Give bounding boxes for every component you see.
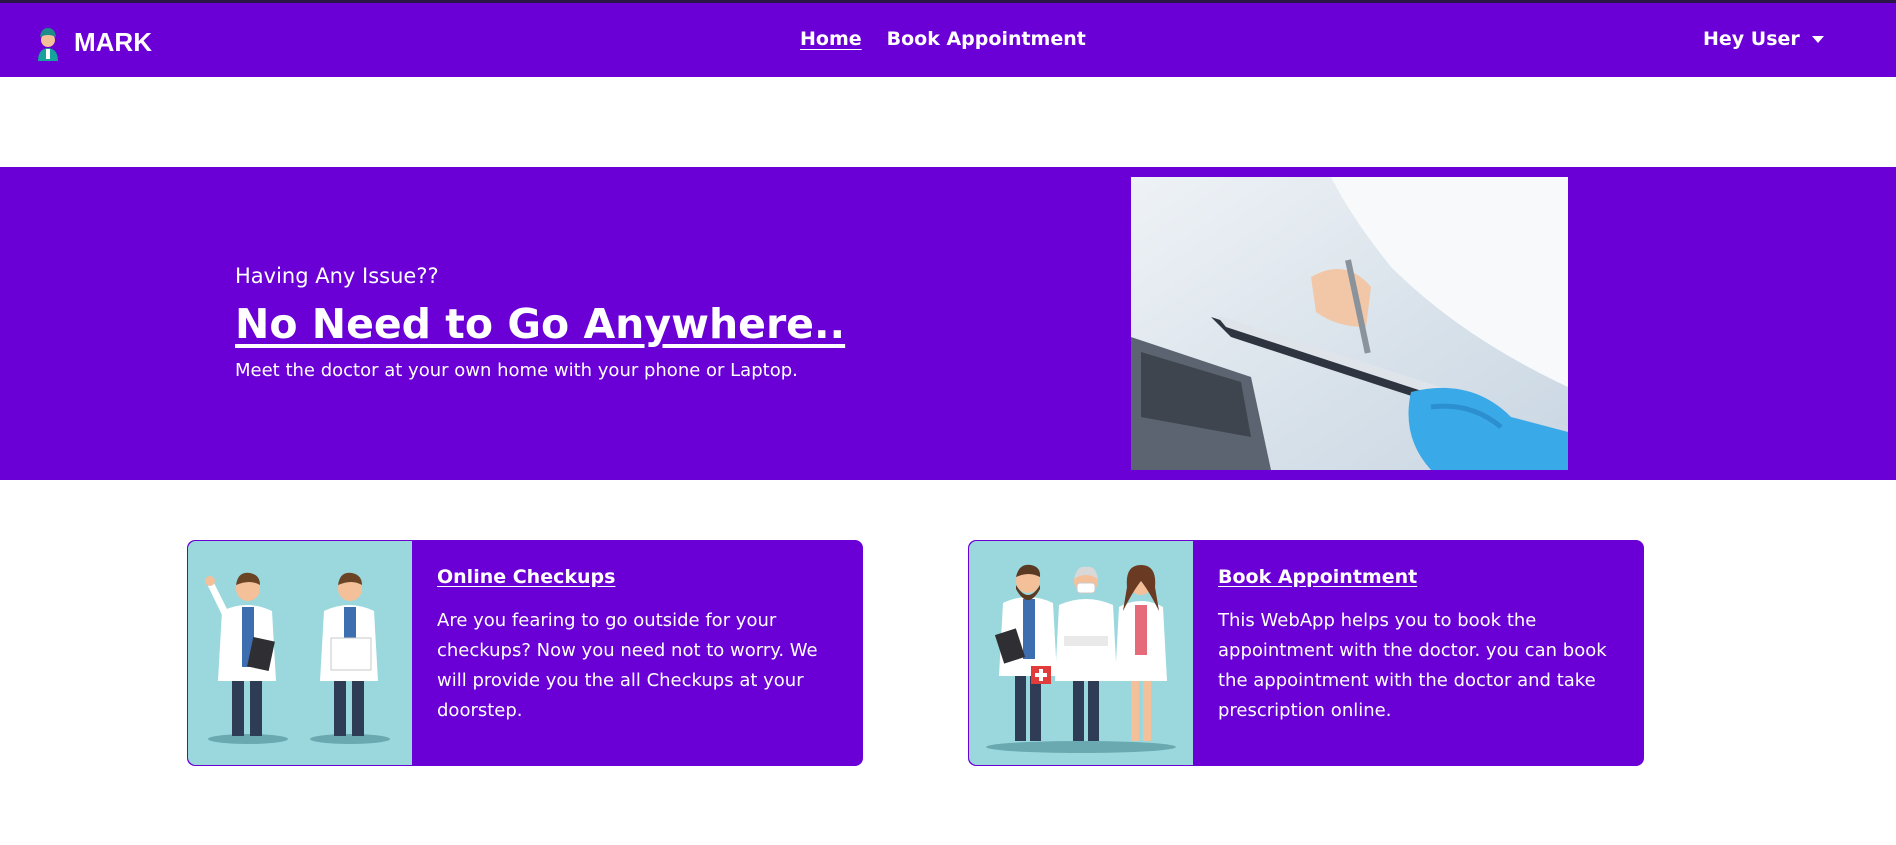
nav-links: Home Book Appointment xyxy=(800,28,1086,50)
card-image-doctor-team xyxy=(969,541,1193,765)
card-text: Are you fearing to go outside for your c… xyxy=(437,610,818,721)
hero-title: No Need to Go Anywhere.. xyxy=(235,300,846,348)
card-title-link[interactable]: Online Checkups xyxy=(437,566,615,588)
card-text: This WebApp helps you to book the appoin… xyxy=(1218,610,1607,721)
hero-description: Meet the doctor at your own home with yo… xyxy=(235,360,798,381)
hero-subtitle: Having Any Issue?? xyxy=(235,264,439,288)
navbar: MARK Home Book Appointment Hey User xyxy=(0,3,1896,77)
feature-card-online-checkups: Online Checkups Are you fearing to go ou… xyxy=(187,540,863,766)
hero-banner: Having Any Issue?? No Need to Go Anywher… xyxy=(0,167,1896,480)
nav-home-link[interactable]: Home xyxy=(800,28,862,50)
nav-book-appointment-link[interactable]: Book Appointment xyxy=(887,28,1086,50)
hero-image-doctor-clipboard xyxy=(1131,177,1568,470)
card-title-link[interactable]: Book Appointment xyxy=(1218,566,1417,588)
brand-link[interactable]: MARK xyxy=(32,23,152,61)
user-menu-label: Hey User xyxy=(1703,28,1800,50)
brand-name: MARK xyxy=(74,26,152,57)
caret-down-icon xyxy=(1811,35,1824,43)
user-menu-dropdown[interactable]: Hey User xyxy=(1703,28,1824,50)
card-image-two-doctors xyxy=(188,541,412,765)
feature-card-book-appointment: Book Appointment This WebApp helps you t… xyxy=(968,540,1644,766)
doctor-avatar-icon xyxy=(38,28,58,61)
